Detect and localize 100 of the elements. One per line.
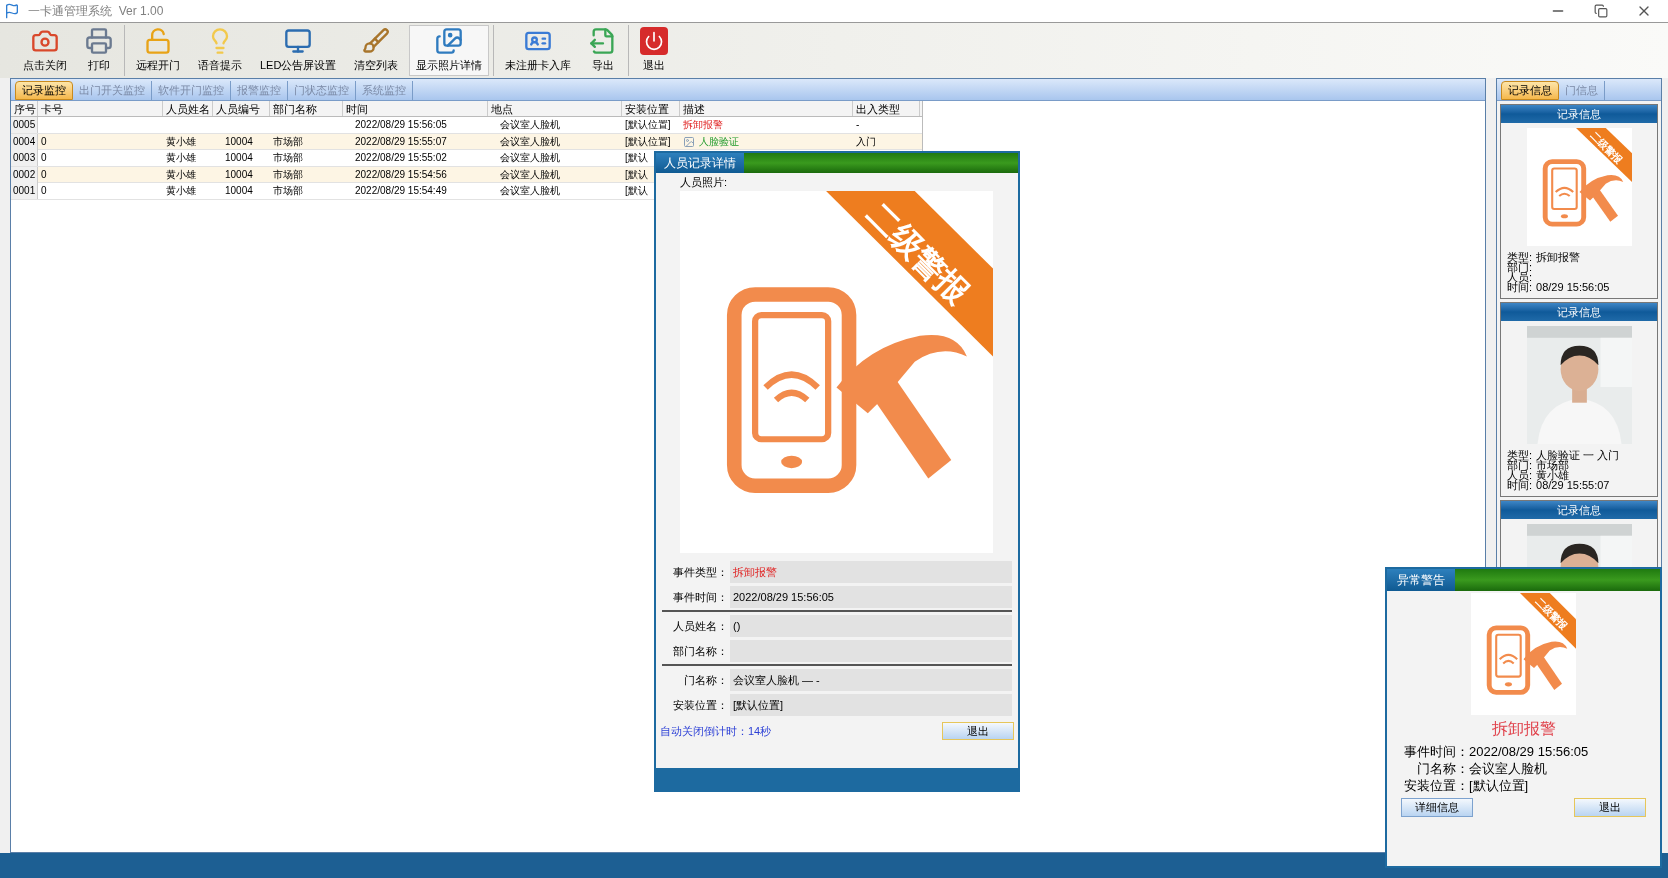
image-icon [683,135,695,148]
table-cell: 2022/08/29 15:56:05 [355,119,447,130]
table-cell: 市场部 [273,135,303,147]
table-cell: [默认 [625,168,648,180]
info-value: 08/29 15:56:05 [1536,282,1610,292]
countdown-text: 自动关闭倒计时：14秒 [660,723,772,739]
toolbar-button[interactable]: 退出 [633,25,676,76]
table-cell: 黄小雄 [166,168,196,180]
table-cell: [默认 [625,152,648,163]
event-title: 拆卸报警 [1491,718,1556,740]
popup-title: 异常警告 [1387,569,1455,591]
monitor-icon [284,27,313,56]
toolbar-button[interactable]: 未注册卡入库 [498,25,579,76]
info-label: 时间: [1507,282,1533,292]
table-cell: 会议室人脸机 [500,119,560,130]
table-cell: 10004 [225,185,253,196]
toolbar-button[interactable]: 导出 [582,25,625,76]
toolbar-button[interactable]: 远程开门 [129,25,187,76]
monitor-tab[interactable]: 记录监控 [15,81,73,100]
info-value: 人脸验证 一 入门 [1536,450,1620,460]
table-cell: [默认位置] [625,135,671,147]
field-label: 人员姓名： [672,618,729,634]
info-label: 人员: [1507,470,1533,480]
table-cell: 会议室人脸机 [500,135,560,147]
app-icon [4,3,20,19]
ribbon-label: 二级警报 [861,195,975,310]
table-cell: 0 [41,135,47,147]
brush-icon [362,27,391,56]
table-cell-text: 人脸验证 [699,134,739,149]
table-cell-text: 拆卸报警 [683,118,723,132]
info-value: 拆卸报警 [1536,252,1581,262]
table-cell: 黄小雄 [166,185,196,196]
table-cell: 0 [41,152,47,163]
window-title: 一卡通管理系统 Ver 1.00 [28,3,164,20]
info-tab[interactable]: 记录信息 [1501,81,1559,100]
column-header[interactable]: 人员姓名 [163,101,213,116]
field-value: [默认位置] [730,694,1012,716]
column-header[interactable]: 卡号 [38,101,163,116]
info-label: 人员: [1507,272,1533,282]
row-number: 0005 [11,117,38,133]
column-header[interactable]: 时间 [343,101,488,116]
toolbar-button[interactable]: 清空列表 [347,25,406,76]
card-title: 记录信息 [1501,105,1657,123]
table-cell: - [856,119,860,130]
table-cell: 会议室人脸机 [500,168,560,180]
toolbar-button[interactable]: 显示照片详情 [409,25,490,76]
printer-icon [85,27,113,56]
info-label: 门名称： [1416,760,1469,777]
images-icon [435,27,464,56]
column-header[interactable]: 安装位置 [622,101,680,116]
info-label: 事件时间： [1403,743,1469,760]
dialog-title: 人员记录详情 [656,153,744,173]
table-cell: 市场部 [273,168,303,180]
field-label: 安装位置： [672,697,729,713]
table-cell: 黄小雄 [166,152,196,163]
toolbar-button[interactable]: 语音提示 [191,25,249,76]
toolbar-button[interactable]: 点击关闭 [16,25,74,76]
field-label: 事件时间： [672,589,729,605]
field-value: 会议室人脸机 — - [730,669,1012,691]
exit-button[interactable]: 退出 [942,722,1014,740]
row-number: 0001 [11,183,38,199]
toolbar-button[interactable]: LED公告屏设置 [253,25,344,76]
photo-label: 人员照片: [680,175,729,189]
padlock-icon [144,27,172,56]
ribbon-label: 二级警报 [1533,596,1569,632]
table-cell: 0 [41,185,47,196]
field-value: 2022/08/29 15:56:05 [730,586,1012,608]
field-label: 事件类型： [672,564,729,580]
column-header[interactable]: 地点 [488,101,622,116]
table-cell: [默认位置] [625,119,671,130]
table-cell: [默认 [625,185,648,196]
info-label: 类型: [1507,252,1533,262]
field-value: () [730,615,1012,637]
info-value: 2022/08/29 15:56:05 [1469,743,1589,760]
column-header[interactable]: 出入类型 [853,101,920,116]
column-header[interactable]: 人员编号 [213,101,270,116]
ribbon-label: 二级警报 [1588,130,1624,166]
card-title: 记录信息 [1501,303,1657,321]
row-number: 0003 [11,150,38,166]
info-label: 时间: [1507,480,1533,490]
column-header[interactable]: 序号 [11,101,38,116]
column-header[interactable]: 部门名称 [270,101,343,116]
power-icon [640,27,669,56]
table-cell: 2022/08/29 15:54:56 [355,168,447,180]
popup-button[interactable]: 退出 [1574,798,1646,817]
table-cell: 10004 [225,168,253,180]
info-value: 市场部 [1536,460,1570,470]
field-value: 拆卸报警 [730,561,1012,583]
table-cell: 市场部 [273,152,303,163]
table-cell: 市场部 [273,185,303,196]
info-value: 黄小雄 [1536,470,1570,480]
toolbar-button[interactable]: 打印 [78,25,120,76]
restore-icon[interactable] [1594,4,1608,18]
table-cell: 会议室人脸机 [500,152,560,163]
info-value: [默认位置] [1469,777,1529,794]
popup-button[interactable]: 详细信息 [1401,798,1473,817]
table-cell: 0 [41,168,47,180]
table-cell: 2022/08/29 15:55:07 [355,135,447,147]
table-cell: 2022/08/29 15:55:02 [355,152,447,163]
column-header[interactable]: 描述 [680,101,853,116]
